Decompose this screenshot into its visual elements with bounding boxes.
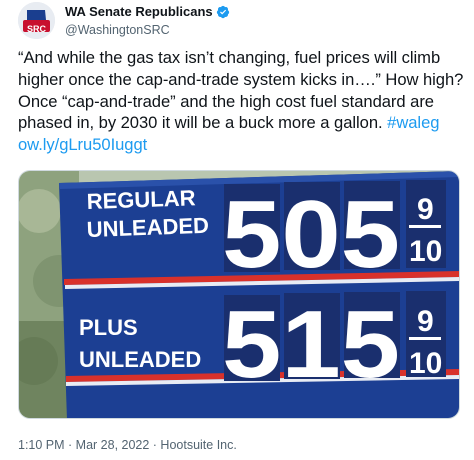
verified-badge-icon (216, 5, 229, 18)
tweet-image[interactable]: REGULAR UNLEADED 505 9 10 PLUS UNLEADED … (18, 170, 460, 419)
display-name-text[interactable]: WA Senate Republicans (65, 4, 213, 19)
regular-label-line2: UNLEADED (86, 213, 209, 242)
plus-price: 515 (222, 291, 400, 398)
regular-tenths-numerator: 9 (417, 193, 434, 226)
display-name[interactable]: WA Senate Republicans (65, 4, 230, 19)
account-handle[interactable]: @WashingtonSRC (65, 23, 230, 37)
tweet-text: “And while the gas tax isn’t changing, f… (18, 47, 464, 156)
plus-label-line1: PLUS (79, 315, 138, 340)
tweet-header: SRC WA Senate Republicans @WashingtonSRC (18, 2, 458, 39)
regular-label-line1: REGULAR (86, 185, 196, 214)
url-link[interactable]: ow.ly/gLru50Iuggt (18, 135, 147, 154)
regular-tenths-denominator: 10 (409, 235, 442, 268)
avatar-text: SRC (26, 24, 46, 34)
plus-label-line2: UNLEADED (79, 347, 201, 372)
avatar[interactable]: SRC (18, 2, 55, 39)
tweet-timestamp[interactable]: 1:10 PM · Mar 28, 2022 · Hootsuite Inc. (18, 438, 237, 452)
account-names: WA Senate Republicans @WashingtonSRC (65, 3, 230, 37)
plus-tenths-numerator: 9 (417, 305, 434, 338)
hashtag-link[interactable]: #waleg (387, 113, 439, 132)
gas-price-sign-photo: REGULAR UNLEADED 505 9 10 PLUS UNLEADED … (19, 171, 459, 418)
regular-price: 505 (222, 181, 400, 288)
plus-tenths-denominator: 10 (409, 347, 442, 380)
